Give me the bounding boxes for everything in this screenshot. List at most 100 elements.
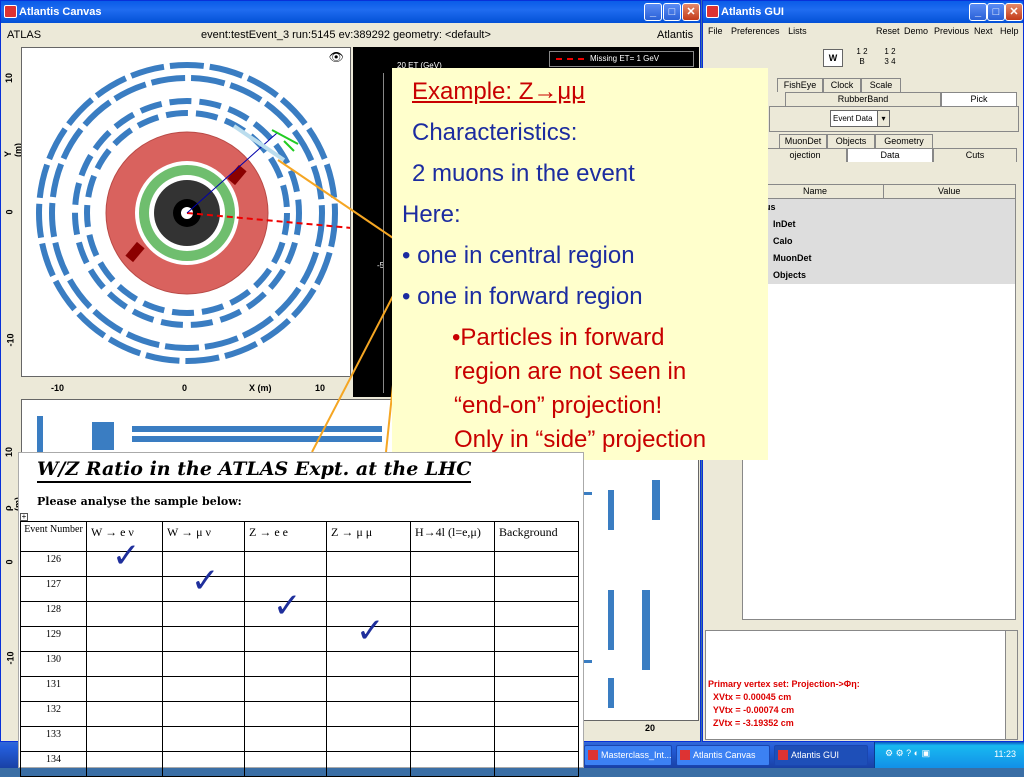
minimize-button[interactable]: _ <box>644 3 662 21</box>
tab-pick[interactable]: Pick <box>941 92 1017 106</box>
classification-cell[interactable] <box>244 676 327 702</box>
event-data-select[interactable]: Event Data ▾ <box>830 110 890 127</box>
table-move-handle[interactable]: + <box>20 513 28 521</box>
classification-cell[interactable] <box>494 701 579 727</box>
classification-cell[interactable] <box>326 576 411 602</box>
task-atlantis-canvas[interactable]: Atlantis Canvas <box>676 745 770 766</box>
tab-clock[interactable]: Clock <box>823 78 861 92</box>
yx-projection-plot[interactable]: 👁 <box>21 47 351 377</box>
menu-preferences[interactable]: Preferences <box>731 26 780 36</box>
window-w-button[interactable]: W <box>823 49 843 67</box>
classification-cell[interactable] <box>86 651 163 677</box>
task-masterclass[interactable]: Masterclass_Int... <box>584 745 672 766</box>
classification-cell[interactable] <box>86 726 163 752</box>
tray-icons[interactable]: ⚙ ⚙ ? ◐ ▣ <box>885 748 930 759</box>
classification-cell[interactable] <box>494 576 579 602</box>
classification-cell[interactable] <box>86 701 163 727</box>
chevron-down-icon[interactable]: ▾ <box>877 111 889 126</box>
tab-data[interactable]: Data <box>847 148 933 162</box>
classification-cell[interactable] <box>86 751 163 777</box>
tab-rubberband[interactable]: RubberBand <box>785 92 941 106</box>
classification-cell[interactable] <box>494 751 579 777</box>
data-tree[interactable]: Name Value atus InDet Calo MuonDet Objec… <box>742 184 1016 620</box>
classification-cell[interactable] <box>410 601 495 627</box>
classification-cell[interactable] <box>326 701 411 727</box>
classification-cell[interactable] <box>244 551 327 577</box>
event-table: Event Number W → e ν W → μ ν Z → e e Z →… <box>20 521 579 777</box>
tab-geometry[interactable]: Geometry <box>875 134 933 148</box>
classification-cell[interactable] <box>326 751 411 777</box>
tab-fisheye[interactable]: FishEye <box>777 78 823 92</box>
classification-cell[interactable] <box>410 651 495 677</box>
classification-cell[interactable] <box>326 651 411 677</box>
tree-item-indet[interactable]: InDet <box>743 216 1015 233</box>
layout-button-12b[interactable]: 1 2 B <box>851 47 873 69</box>
classification-cell[interactable] <box>162 701 245 727</box>
classification-cell[interactable] <box>494 626 579 652</box>
tree-item-calo[interactable]: Calo <box>743 233 1015 250</box>
menu-reset[interactable]: Reset <box>876 23 900 39</box>
classification-cell[interactable] <box>410 626 495 652</box>
app-icon <box>4 5 17 18</box>
classification-cell[interactable] <box>162 626 245 652</box>
menu-help[interactable]: Help <box>1000 23 1019 39</box>
classification-cell[interactable] <box>86 601 163 627</box>
classification-cell[interactable] <box>494 726 579 752</box>
classification-cell[interactable] <box>162 751 245 777</box>
x-tick-mid: 0 <box>182 383 188 393</box>
layout-button-1234[interactable]: 1 2 3 4 <box>879 47 901 69</box>
classification-cell[interactable] <box>410 551 495 577</box>
close-button[interactable]: ✕ <box>682 3 700 21</box>
classification-cell[interactable] <box>162 726 245 752</box>
menu-previous[interactable]: Previous <box>934 23 969 39</box>
classification-cell[interactable] <box>162 601 245 627</box>
classification-cell[interactable] <box>244 751 327 777</box>
minimize-button[interactable]: _ <box>969 3 987 21</box>
tree-item-objects[interactable]: Objects <box>743 267 1015 284</box>
classification-cell[interactable] <box>162 651 245 677</box>
gui-titlebar[interactable]: Atlantis GUI _ □ ✕ <box>703 1 1023 23</box>
menu-lists[interactable]: Lists <box>788 26 807 36</box>
classification-cell[interactable] <box>86 626 163 652</box>
tab-scale[interactable]: Scale <box>861 78 901 92</box>
maximize-button[interactable]: □ <box>987 3 1005 21</box>
classification-cell[interactable] <box>494 551 579 577</box>
col-name[interactable]: Name <box>803 186 827 196</box>
eye-icon[interactable]: 👁 <box>329 50 344 64</box>
tree-item-muondet[interactable]: MuonDet <box>743 250 1015 267</box>
tab-objects[interactable]: Objects <box>827 134 875 148</box>
tree-item-status[interactable]: atus <box>743 199 1015 216</box>
classification-cell[interactable] <box>410 751 495 777</box>
classification-cell[interactable] <box>244 701 327 727</box>
menu-demo[interactable]: Demo <box>904 23 928 39</box>
classification-cell[interactable] <box>410 676 495 702</box>
classification-cell[interactable] <box>494 676 579 702</box>
menu-file[interactable]: File <box>708 26 723 36</box>
canvas-titlebar[interactable]: Atlantis Canvas _ □ ✕ <box>1 1 700 23</box>
classification-cell[interactable] <box>86 676 163 702</box>
classification-cell[interactable] <box>326 726 411 752</box>
close-button[interactable]: ✕ <box>1005 3 1023 21</box>
classification-cell[interactable] <box>494 651 579 677</box>
task-atlantis-gui[interactable]: Atlantis GUI <box>774 745 868 766</box>
classification-cell[interactable] <box>494 601 579 627</box>
maximize-button[interactable]: □ <box>663 3 681 21</box>
classification-cell[interactable] <box>162 676 245 702</box>
classification-cell[interactable] <box>326 551 411 577</box>
menu-next[interactable]: Next <box>974 23 993 39</box>
classification-cell[interactable] <box>244 626 327 652</box>
layout-cell: 2 <box>891 47 896 56</box>
col-value[interactable]: Value <box>938 186 960 196</box>
classification-cell[interactable] <box>410 726 495 752</box>
classification-cell[interactable] <box>244 651 327 677</box>
classification-cell[interactable] <box>86 576 163 602</box>
tab-muondet[interactable]: MuonDet <box>779 134 827 148</box>
classification-cell[interactable] <box>410 701 495 727</box>
table-header-row: Event Number W → e ν W → μ ν Z → e e Z →… <box>20 521 579 552</box>
classification-cell[interactable] <box>244 726 327 752</box>
tab-projection[interactable]: ojection <box>763 148 847 162</box>
tab-cuts[interactable]: Cuts <box>933 148 1017 162</box>
output-scrollbar[interactable] <box>1005 631 1017 739</box>
classification-cell[interactable] <box>410 576 495 602</box>
classification-cell[interactable] <box>326 676 411 702</box>
